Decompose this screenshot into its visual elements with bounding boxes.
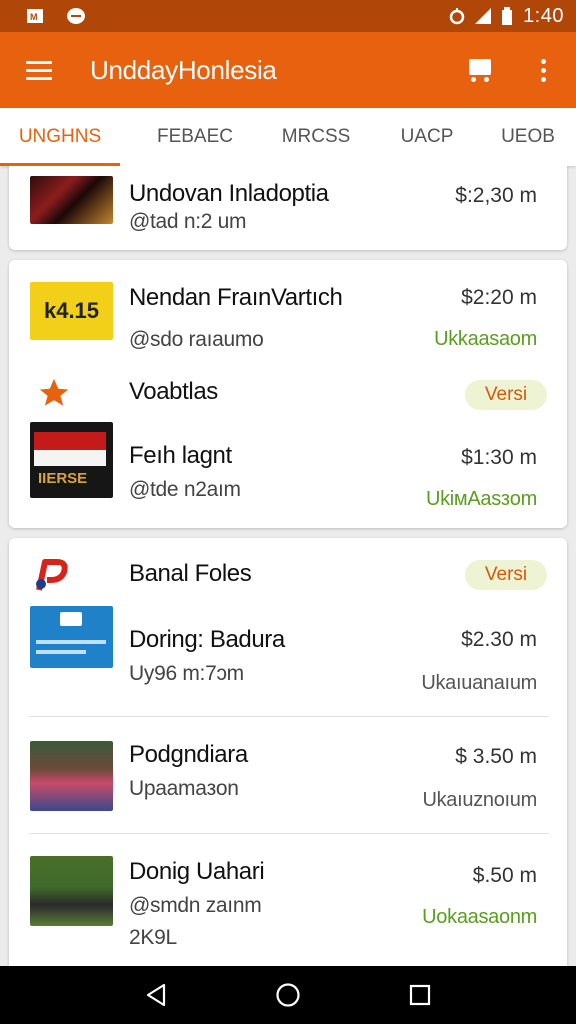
recents-button[interactable] bbox=[400, 975, 440, 1015]
signal-icon bbox=[475, 8, 492, 24]
back-icon bbox=[146, 983, 166, 1007]
item-title: Voabtlas bbox=[129, 378, 218, 405]
list-item[interactable]: IIERSE Feıh lagnt @tde n2aım $1:30 m Uki… bbox=[9, 420, 567, 520]
home-icon bbox=[276, 983, 300, 1007]
item-price: $2:20 m bbox=[461, 286, 537, 309]
item-price: $2.30 m bbox=[461, 628, 537, 651]
item-thumbnail: k4.15 bbox=[30, 282, 113, 340]
item-title: Banal Foles bbox=[129, 560, 252, 587]
item-thumbnail bbox=[30, 176, 113, 224]
item-thumbnail bbox=[30, 856, 113, 926]
list-item[interactable]: Undovan Inladoptia @tad n:2 um $:2,30 m bbox=[9, 166, 567, 250]
item-status: Ukaıuznoıum bbox=[422, 789, 537, 811]
app-title: UnddayHonlesia bbox=[90, 54, 277, 85]
svg-text:M: M bbox=[30, 12, 38, 22]
list-item[interactable]: Voabtlas Versi bbox=[9, 370, 567, 420]
list-item[interactable]: Doring: Badura Uy96 m:7ɔm $2.30 m Ukaıua… bbox=[9, 598, 567, 716]
item-status: Uokaasaonm bbox=[422, 906, 537, 928]
version-badge: Versi bbox=[465, 560, 547, 590]
back-button[interactable] bbox=[136, 975, 176, 1015]
battery-icon bbox=[502, 7, 513, 25]
status-bar: M 1:40 bbox=[0, 0, 576, 32]
version-badge: Versi bbox=[465, 380, 547, 410]
item-title: Donig Uahari bbox=[129, 858, 265, 885]
star-icon bbox=[39, 378, 69, 406]
item-price: $ 3.50 m bbox=[455, 745, 537, 768]
recents-icon bbox=[409, 984, 431, 1006]
item-price: $.50 m bbox=[472, 864, 537, 887]
item-subtitle: Upaamaзon bbox=[129, 777, 239, 800]
item-subtitle: @sdo raıaumo bbox=[129, 328, 264, 351]
item-subtitle: Uy96 m:7ɔm bbox=[129, 662, 244, 685]
list-card: Undovan Inladoptia @tad n:2 um $:2,30 m bbox=[9, 166, 567, 250]
item-thumbnail: IIERSE bbox=[30, 422, 113, 498]
notification-icon: M bbox=[27, 9, 43, 23]
list-item[interactable]: Podgndiara Upaamaзon $ 3.50 m Ukaıuznoıu… bbox=[9, 717, 567, 833]
list-card: k4.15 Nendan FraınVartıch @sdo raıaumo $… bbox=[9, 260, 567, 528]
item-thumbnail bbox=[30, 606, 113, 668]
item-status: Ukaıuanaıum bbox=[421, 672, 537, 694]
brand-p-icon bbox=[36, 559, 68, 591]
item-title: Nendan FraınVartıch bbox=[129, 284, 343, 311]
item-title: Podgndiara bbox=[129, 741, 248, 768]
navigation-bar bbox=[0, 966, 576, 1024]
list-item[interactable]: Banal Foles Versi bbox=[9, 538, 567, 598]
tab-mrcss[interactable]: MRCSS bbox=[270, 108, 362, 166]
item-price: $:2,30 m bbox=[455, 184, 537, 207]
cart-icon[interactable] bbox=[467, 57, 495, 83]
item-title: Doring: Badura bbox=[129, 626, 285, 653]
alarm-icon bbox=[449, 8, 465, 25]
item-price: $1:30 m bbox=[461, 446, 537, 469]
tab-febaec[interactable]: FEBAEC bbox=[120, 108, 270, 166]
tab-bar: UNGHNS FEBAEC MRCSS UACP UEOB bbox=[0, 108, 576, 166]
item-extra: 2K9L bbox=[129, 926, 177, 949]
menu-icon[interactable] bbox=[26, 60, 52, 80]
tab-uacp[interactable]: UACP bbox=[362, 108, 492, 166]
list-item[interactable]: Donig Uahari @smdn zaınm 2K9L $.50 m Uok… bbox=[9, 834, 567, 966]
item-subtitle: @smdn zaınm bbox=[129, 894, 262, 917]
home-button[interactable] bbox=[268, 975, 308, 1015]
item-subtitle: @tad n:2 um bbox=[129, 210, 247, 233]
list-card: Banal Foles Versi Doring: Badura Uy96 m:… bbox=[9, 538, 567, 966]
item-status: UkiмAasзom bbox=[425, 488, 537, 510]
item-list: Undovan Inladoptia @tad n:2 um $:2,30 m … bbox=[0, 166, 576, 966]
app-bar: UnddayHonlesia bbox=[0, 32, 576, 108]
item-subtitle: @tde n2aım bbox=[129, 478, 241, 501]
tab-unghns[interactable]: UNGHNS bbox=[0, 108, 120, 166]
item-status: Ukkaasaom bbox=[434, 328, 537, 350]
item-thumbnail bbox=[30, 741, 113, 811]
list-item[interactable]: k4.15 Nendan FraınVartıch @sdo raıaumo $… bbox=[9, 260, 567, 360]
more-icon[interactable] bbox=[540, 58, 546, 82]
chat-icon bbox=[67, 8, 85, 24]
item-title: Feıh lagnt bbox=[129, 442, 232, 469]
tab-ueob[interactable]: UEOB bbox=[492, 108, 564, 166]
status-time: 1:40 bbox=[523, 4, 564, 27]
item-title: Undovan Inladoptia bbox=[129, 180, 329, 207]
